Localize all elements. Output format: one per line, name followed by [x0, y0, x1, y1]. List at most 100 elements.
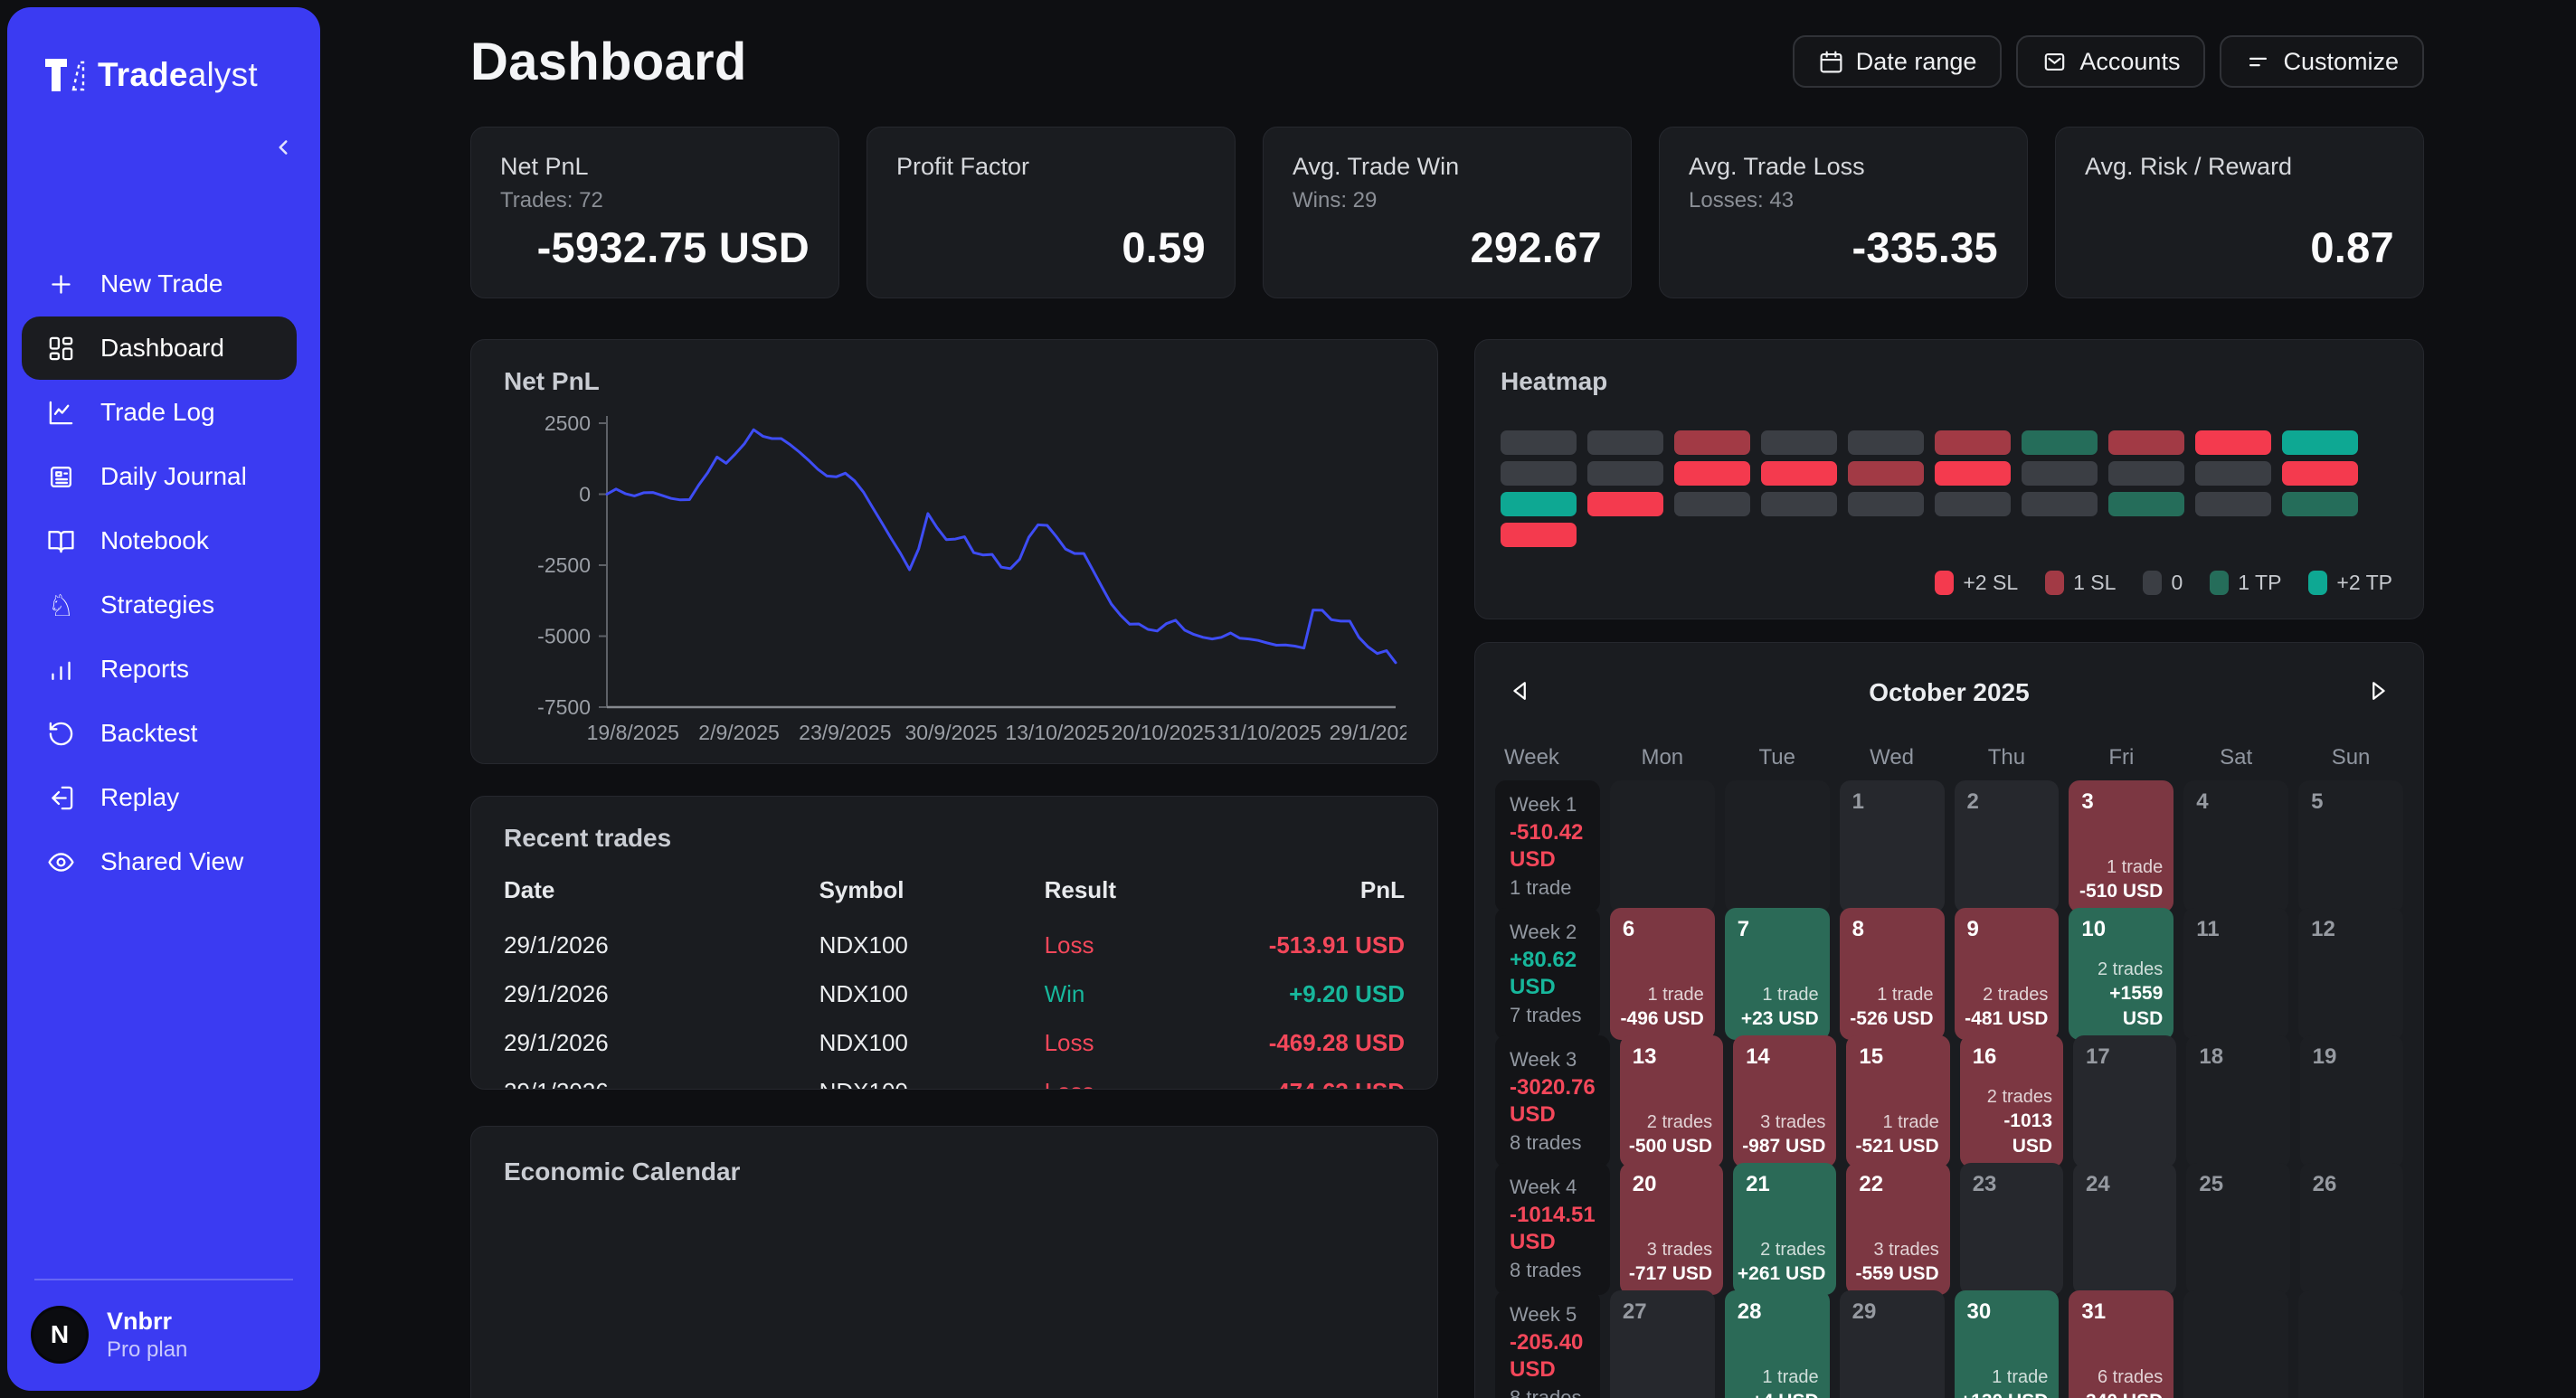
calendar-day-1[interactable]: 1 — [1840, 780, 1945, 912]
day-number: 4 — [2196, 789, 2208, 815]
calendar-day-17[interactable]: 17 — [2073, 1035, 2176, 1167]
calendar-day-9[interactable]: 92 trades-481 USD — [1955, 908, 2060, 1040]
header-actions: Date rangeAccounts Customize — [1793, 35, 2424, 88]
sidebar-item-backtest[interactable]: Backtest — [22, 702, 297, 765]
table-row[interactable]: 29/1/2026NDX100Loss-469.28 USD — [504, 1018, 1405, 1067]
calendar-day-29[interactable]: 29 — [1840, 1290, 1945, 1398]
stat-label: Avg. Trade Loss — [1689, 153, 1998, 181]
day-pnl: +130 USD — [1960, 1389, 2048, 1398]
calendar-day-23[interactable]: 23 — [1960, 1163, 2063, 1295]
calendar-day-15[interactable]: 151 trade-521 USD — [1846, 1035, 1949, 1167]
calendar-day-25[interactable]: 25 — [2186, 1163, 2289, 1295]
day-pnl: -481 USD — [1965, 1006, 2048, 1031]
day-pnl: -559 USD — [1856, 1261, 1939, 1286]
heatmap-title: Heatmap — [1501, 367, 2398, 396]
calendar-day-18[interactable]: 18 — [2186, 1035, 2289, 1167]
table-row[interactable]: 29/1/2026NDX100Loss-513.91 USD — [504, 921, 1405, 969]
day-number: 30 — [1967, 1299, 1992, 1325]
calendar-day-13[interactable]: 132 trades-500 USD — [1620, 1035, 1723, 1167]
day-number: 14 — [1746, 1044, 1770, 1070]
reports-icon — [47, 656, 75, 684]
sidebar-item-trade-log[interactable]: Trade Log — [22, 381, 297, 444]
stat-value: -5932.75 USD — [500, 222, 810, 272]
calendar-weeks: Week 1-510.42 USD1 trade1231 trade-510 U… — [1493, 780, 2405, 1398]
date-range-button[interactable]: Date range — [1793, 35, 2003, 88]
notebook-icon — [47, 527, 75, 555]
calendar-day-28[interactable]: 281 trade+4 USD — [1725, 1290, 1830, 1398]
calendar-prev-button[interactable] — [1506, 675, 1537, 709]
table-row[interactable]: 29/1/2026NDX100Loss-474.63 USD — [504, 1067, 1405, 1090]
chevron-left-icon — [271, 136, 295, 159]
sidebar-item-strategies[interactable]: ♘Strategies — [22, 573, 297, 637]
calendar-day-8[interactable]: 81 trade-526 USD — [1840, 908, 1945, 1040]
topbar: Dashboard Date rangeAccountsCustomize — [470, 29, 2424, 94]
day-number: 7 — [1738, 917, 1749, 942]
legend-item: 1 SL — [2045, 571, 2116, 595]
heatmap-cell-zero — [1501, 430, 1577, 455]
heatmap-cell-zero — [2108, 461, 2184, 486]
sidebar-item-label: Replay — [100, 783, 179, 812]
day-pnl: +23 USD — [1741, 1006, 1819, 1031]
calendar-day-19[interactable]: 19 — [2300, 1035, 2403, 1167]
day-pnl: +261 USD — [1738, 1261, 1825, 1286]
sidebar-item-label: Reports — [100, 655, 189, 684]
heatmap-cell-sl2 — [1674, 461, 1750, 486]
stat-value: -335.35 — [1689, 222, 1998, 272]
calendar-day-12[interactable]: 12 — [2298, 908, 2403, 1040]
trade-result: Loss — [1045, 1067, 1225, 1090]
calendar-day-4[interactable]: 4 — [2183, 780, 2288, 912]
calendar-day-11[interactable]: 11 — [2183, 908, 2288, 1040]
calendar-day-2[interactable]: 2 — [1955, 780, 2060, 912]
calendar-day-20[interactable]: 203 trades-717 USD — [1620, 1163, 1723, 1295]
calendar-day-14[interactable]: 143 trades-987 USD — [1733, 1035, 1836, 1167]
day-number: 23 — [1973, 1172, 1997, 1197]
accounts-button[interactable]: Accounts — [2016, 35, 2205, 88]
sidebar-item-new-trade[interactable]: New Trade — [22, 252, 297, 316]
day-number: 2 — [1967, 789, 1979, 815]
calendar-day-5[interactable]: 5 — [2298, 780, 2403, 912]
calendar-day-30[interactable]: 301 trade+130 USD — [1955, 1290, 2060, 1398]
svg-text:-2500: -2500 — [537, 553, 591, 577]
column-header-result: Result — [1045, 869, 1225, 921]
sidebar-item-shared-view[interactable]: Shared View — [22, 830, 297, 893]
heatmap-cell-zero — [1848, 492, 1924, 516]
week-trades: 8 trades — [1510, 1386, 1586, 1398]
calendar-day-27[interactable]: 27 — [1610, 1290, 1715, 1398]
customize-button[interactable]: Customize — [2220, 35, 2424, 88]
calendar-day-21[interactable]: 212 trades+261 USD — [1733, 1163, 1836, 1295]
sidebar-item-replay[interactable]: Replay — [22, 766, 297, 829]
sidebar-item-dashboard[interactable]: Dashboard — [22, 316, 297, 380]
heatmap-row — [1501, 461, 2398, 486]
day-trades: 1 trade — [1741, 983, 1819, 1006]
calendar-day-6[interactable]: 61 trade-496 USD — [1610, 908, 1715, 1040]
heatmap-cell-sl2 — [1587, 492, 1663, 516]
sidebar-item-reports[interactable]: Reports — [22, 638, 297, 701]
table-row[interactable]: 29/1/2026NDX100Win+9.20 USD — [504, 969, 1405, 1018]
calendar-next-button[interactable] — [2362, 675, 2392, 709]
plus-icon — [47, 270, 75, 298]
sidebar-collapse-button[interactable] — [268, 132, 298, 165]
calendar-day-3[interactable]: 31 trade-510 USD — [2069, 780, 2174, 912]
trade-pnl: +9.20 USD — [1225, 969, 1405, 1018]
sidebar-item-daily-journal[interactable]: Daily Journal — [22, 445, 297, 508]
backtest-icon — [47, 720, 75, 748]
calendar-day-26[interactable]: 26 — [2300, 1163, 2403, 1295]
user-profile[interactable]: N Vnbrr Pro plan — [31, 1306, 297, 1364]
week-pnl: -205.40 USD — [1510, 1329, 1586, 1384]
calendar-day-10[interactable]: 102 trades+1559 USD — [2069, 908, 2174, 1040]
stat-card-avg-risk-reward: Avg. Risk / Reward0.87 — [2055, 127, 2424, 298]
svg-text:20/10/2025: 20/10/2025 — [1112, 721, 1216, 744]
stat-subtext: Trades: 72 — [500, 188, 810, 213]
calendar-day-7[interactable]: 7 1 trade+23 USD — [1725, 908, 1830, 1040]
calendar-day-16[interactable]: 162 trades-1013 USD — [1960, 1035, 2063, 1167]
calendar-day-22[interactable]: 223 trades-559 USD — [1846, 1163, 1949, 1295]
button-label: Customize — [2283, 48, 2399, 76]
column-header-symbol: Symbol — [819, 869, 1045, 921]
heatmap-cell-tp2 — [1501, 492, 1577, 516]
calendar-day-24[interactable]: 24 — [2073, 1163, 2176, 1295]
calendar-week-row: Week 5-205.40 USD8 trades27281 trade+4 U… — [1493, 1290, 2405, 1398]
calendar-day-31[interactable]: 316 trades-340 USD — [2069, 1290, 2174, 1398]
sidebar-item-notebook[interactable]: Notebook — [22, 509, 297, 572]
calendar-day-empty — [2298, 1290, 2403, 1398]
week-trades: 8 trades — [1510, 1259, 1596, 1282]
